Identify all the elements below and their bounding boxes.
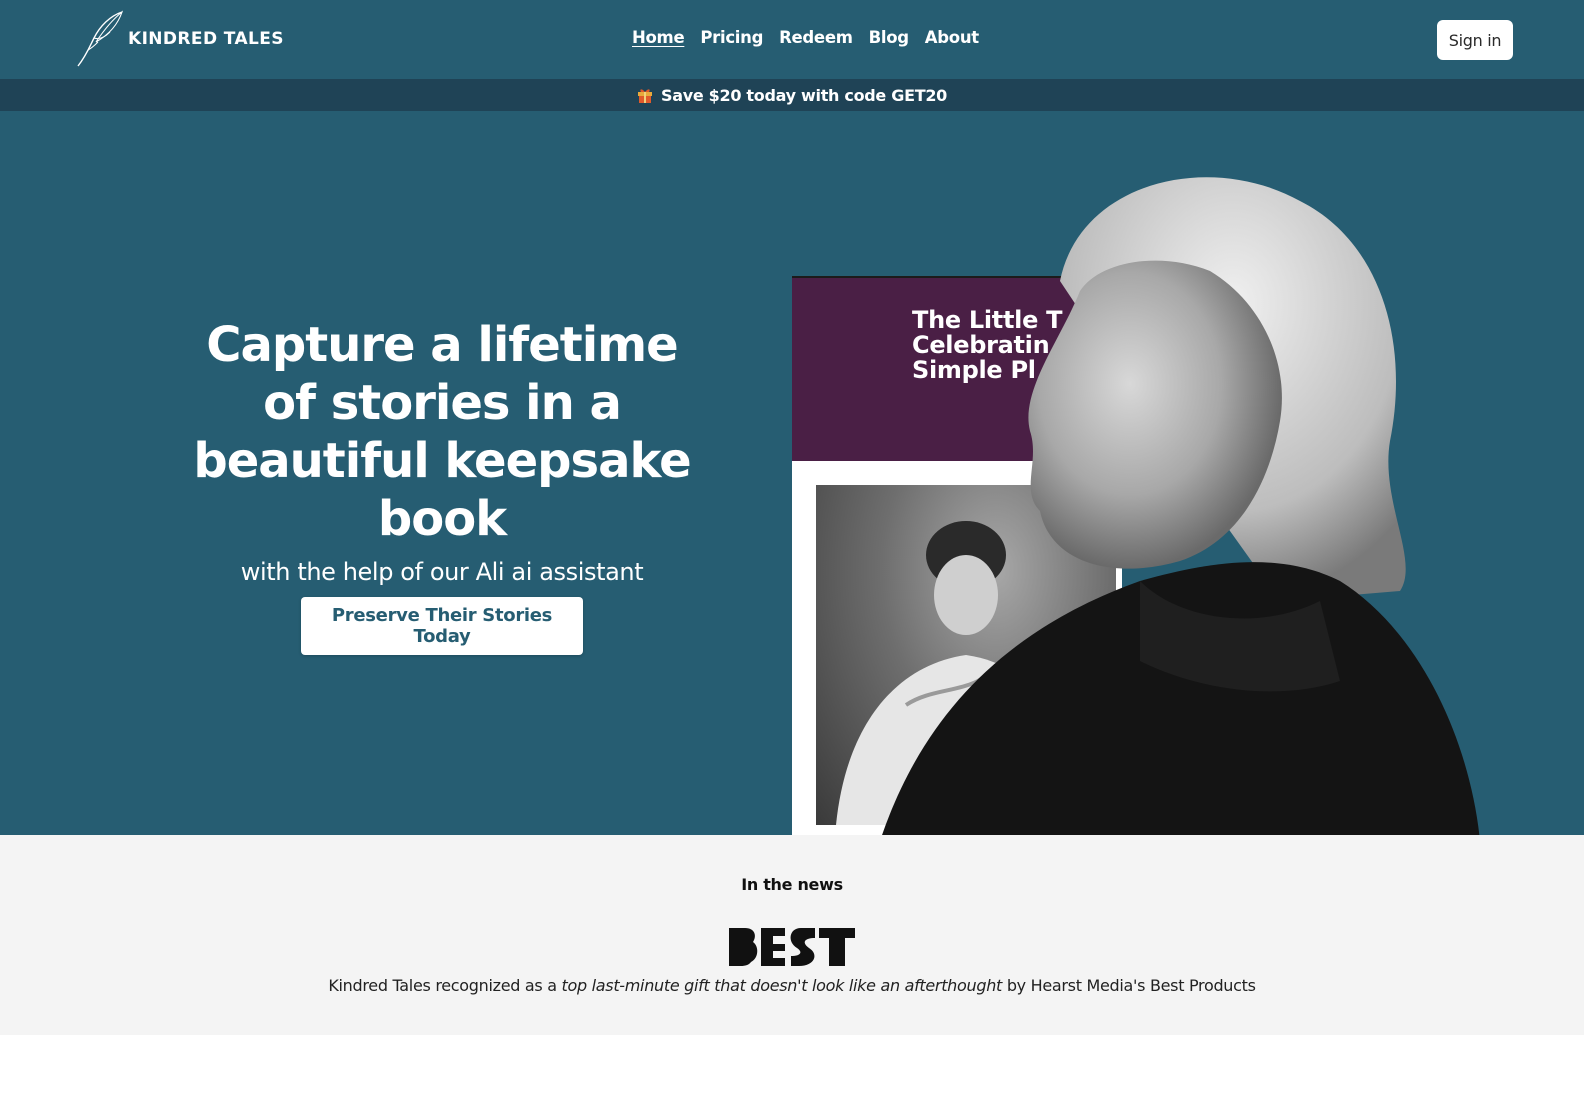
feather-quill-icon	[77, 10, 124, 67]
hero-title: Capture a lifetime of stories in a beaut…	[193, 317, 691, 547]
in-the-news-section: In the news Kindred Tales recognized as …	[0, 835, 1584, 1035]
promo-text: Save $20 today with code GET20	[660, 85, 947, 105]
quote-prefix: Kindred Tales recognized as a	[328, 976, 562, 995]
sign-in-button[interactable]: Sign in	[1437, 20, 1513, 60]
elderly-woman-portrait	[882, 177, 1480, 835]
preserve-stories-button[interactable]: Preserve Their Stories Today	[301, 597, 583, 655]
main-nav: Home Pricing Redeem Blog About	[632, 28, 979, 47]
nav-blog[interactable]: Blog	[869, 28, 909, 47]
site-header: KINDRED TALES Home Pricing Redeem Blog A…	[0, 0, 1584, 79]
news-quote: Kindred Tales recognized as a top last-m…	[0, 976, 1584, 995]
brand-name: KINDRED TALES	[128, 29, 284, 49]
best-products-logo	[729, 928, 855, 966]
quote-suffix: by Hearst Media's Best Products	[1002, 976, 1256, 995]
quote-emphasis: top last-minute gift that doesn't look l…	[561, 976, 1003, 995]
nav-home[interactable]: Home	[632, 28, 685, 47]
promo-banner: Save $20 today with code GET20	[0, 79, 1584, 111]
nav-about[interactable]: About	[925, 28, 979, 47]
brand-logo-link[interactable]: KINDRED TALES	[74, 10, 284, 68]
nav-redeem[interactable]: Redeem	[779, 28, 853, 47]
gift-icon	[637, 87, 653, 103]
hero-copy: Capture a lifetime of stories in a beaut…	[192, 316, 692, 586]
news-heading: In the news	[741, 875, 843, 894]
hero-section: Capture a lifetime of stories in a beaut…	[0, 111, 1584, 835]
nav-pricing[interactable]: Pricing	[700, 28, 763, 47]
hero-subtitle: with the help of our Ali ai assistant	[240, 558, 644, 586]
